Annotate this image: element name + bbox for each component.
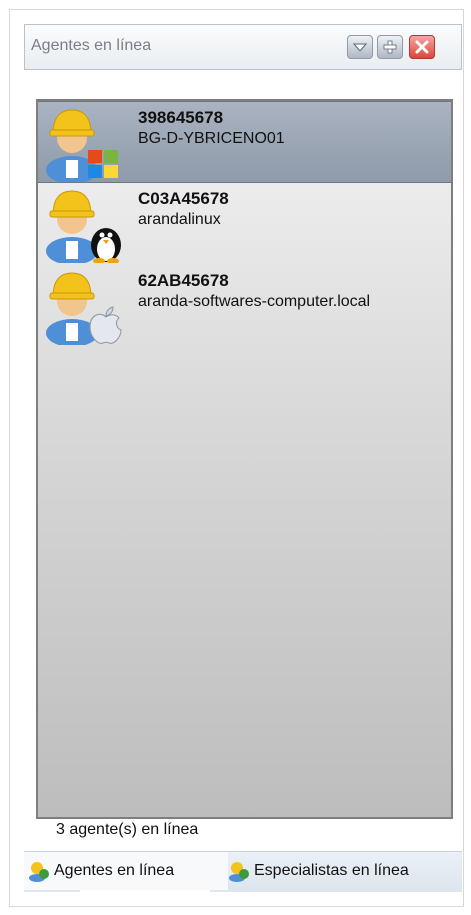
agent-worker-windows-icon bbox=[46, 109, 118, 182]
minimize-button[interactable] bbox=[347, 35, 373, 59]
agent-tab-icon bbox=[29, 862, 49, 882]
agents-online-panel: Agentes en línea 398645678 BG-D-YBRICENO… bbox=[24, 24, 462, 894]
agent-row[interactable]: C03A45678 arandalinux bbox=[38, 183, 451, 265]
tab-label: Especialistas en línea bbox=[254, 862, 409, 879]
linux-penguin-icon bbox=[91, 228, 121, 263]
agent-id: 62AB45678 bbox=[138, 271, 229, 290]
maximize-button[interactable] bbox=[377, 35, 403, 59]
online-count-status: 3 agente(s) en línea bbox=[56, 821, 199, 838]
specialist-tab-icon bbox=[229, 862, 249, 882]
agent-id: 398645678 bbox=[138, 108, 224, 127]
tab-especialistas-en-linea[interactable]: Especialistas en línea bbox=[228, 852, 460, 890]
agent-worker-linux-icon bbox=[46, 190, 121, 263]
chevron-down-icon bbox=[353, 43, 367, 52]
agent-worker-mac-icon bbox=[46, 272, 122, 345]
plus-icon bbox=[383, 40, 397, 54]
panel-tabs: Agentes en línea Especialistas en línea bbox=[24, 851, 462, 892]
agent-name: arandalinux bbox=[138, 211, 221, 228]
tab-agentes-en-linea[interactable]: Agentes en línea bbox=[24, 852, 228, 890]
agents-list[interactable]: 398645678 BG-D-YBRICENO01 C03A45678 aran… bbox=[36, 99, 453, 819]
apple-logo-icon bbox=[89, 306, 122, 344]
agent-row[interactable]: 398645678 BG-D-YBRICENO01 bbox=[38, 101, 451, 183]
agent-name: BG-D-YBRICENO01 bbox=[138, 130, 285, 147]
panel-title: Agentes en línea bbox=[31, 37, 152, 54]
close-button[interactable] bbox=[409, 35, 435, 59]
agent-row[interactable]: 62AB45678 aranda-softwares-computer.loca… bbox=[38, 265, 451, 347]
active-tab-indicator bbox=[80, 890, 210, 894]
close-icon bbox=[415, 40, 429, 54]
agent-name: aranda-softwares-computer.local bbox=[138, 293, 371, 310]
tab-label: Agentes en línea bbox=[54, 862, 175, 879]
panel-title-bar[interactable]: Agentes en línea bbox=[24, 24, 462, 70]
agent-id: C03A45678 bbox=[138, 189, 229, 208]
